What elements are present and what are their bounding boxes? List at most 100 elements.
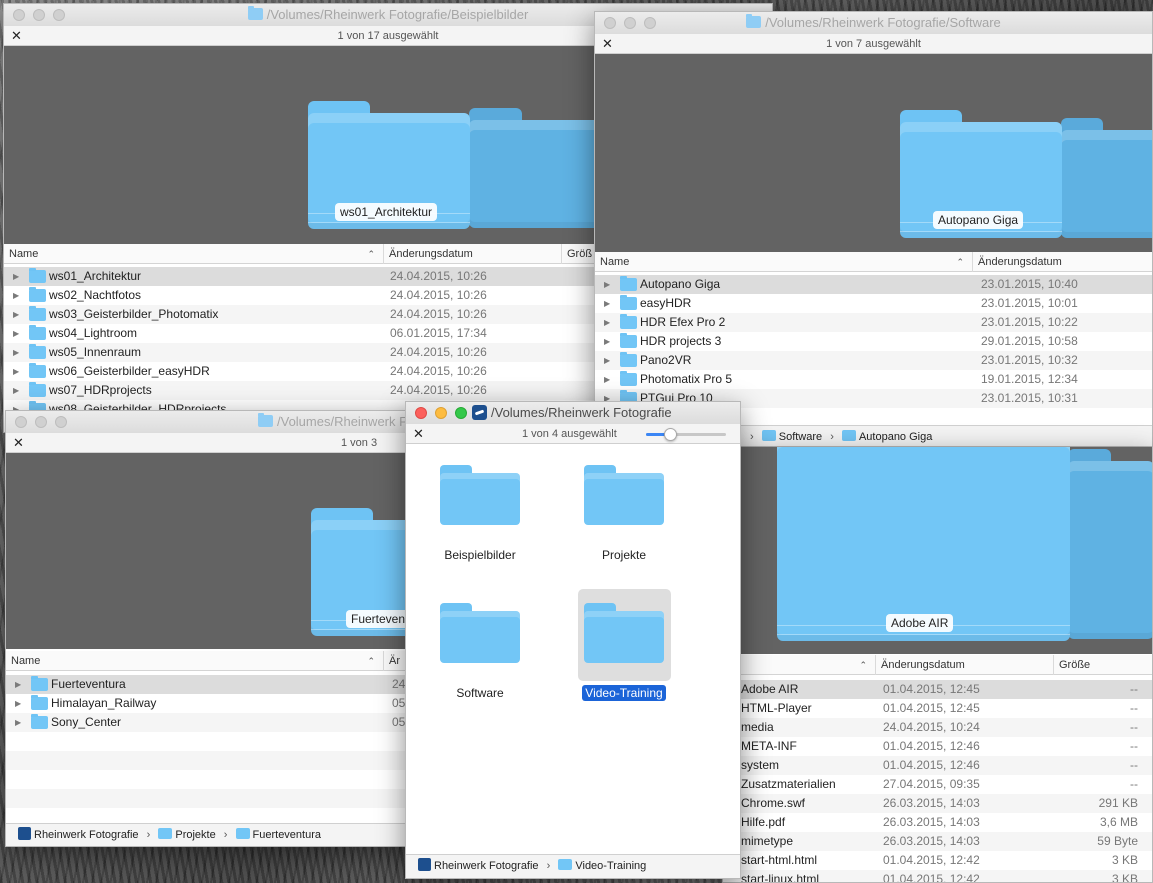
tools-icon[interactable]: ✕	[602, 36, 613, 52]
folder-icon	[29, 344, 46, 359]
list-item[interactable]: start-html.html 01.04.2015, 12:42 3 KB	[723, 851, 1152, 870]
column-size[interactable]: Größe	[1054, 655, 1152, 675]
column-name[interactable]: Name ⌃	[595, 252, 973, 272]
folder-icon	[584, 603, 664, 663]
disclosure-triangle-icon[interactable]: ▶	[13, 381, 19, 400]
minimize-button[interactable]	[35, 416, 47, 428]
disclosure-triangle-icon[interactable]: ▶	[13, 362, 19, 381]
path-item[interactable]: Fuerteventura	[253, 829, 321, 841]
cover-flow-preview[interactable]: Fuerteven	[6, 453, 424, 649]
titlebar[interactable]: /Volumes/Rheinwerk Fotografie	[406, 402, 740, 424]
disclosure-triangle-icon[interactable]: ▶	[604, 351, 610, 370]
cover-flow-preview[interactable]: Adobe AIR	[723, 447, 1152, 654]
column-name[interactable]: ⌃	[723, 655, 876, 675]
folder-icon	[620, 295, 637, 310]
disclosure-triangle-icon[interactable]: ▶	[13, 305, 19, 324]
path-item[interactable]: Projekte	[175, 829, 215, 841]
column-date[interactable]: Änderungsdatum	[876, 655, 1054, 675]
tools-icon[interactable]: ✕	[13, 435, 24, 451]
folder-label: Beispielbilder	[444, 548, 516, 562]
minimize-button[interactable]	[624, 17, 636, 29]
disclosure-triangle-icon[interactable]: ▶	[604, 275, 610, 294]
disclosure-triangle-icon[interactable]: ▶	[604, 294, 610, 313]
list-item[interactable]: ▶ Autopano Giga 23.01.2015, 10:40	[595, 275, 1152, 294]
minimize-button[interactable]	[435, 407, 447, 419]
path-item[interactable]: Video-Training	[575, 860, 646, 872]
folder-item-projekte[interactable]: Projekte	[564, 465, 684, 563]
path-item[interactable]: Rheinwerk Fotografie	[34, 829, 139, 841]
disclosure-triangle-icon[interactable]: ▶	[15, 675, 21, 694]
tools-icon[interactable]: ✕	[413, 426, 424, 442]
path-item[interactable]: Autopano Giga	[859, 431, 932, 443]
selection-status: 1 von 4 ausgewählt	[522, 428, 617, 440]
window-controls	[604, 17, 656, 29]
selection-status: 1 von 7 ausgewählt	[826, 38, 921, 50]
zoom-button[interactable]	[644, 17, 656, 29]
column-name[interactable]: Name ⌃	[6, 651, 384, 671]
close-button[interactable]	[604, 17, 616, 29]
disclosure-triangle-icon[interactable]: ▶	[13, 286, 19, 305]
disclosure-triangle-icon[interactable]: ▶	[604, 370, 610, 389]
zoom-button[interactable]	[55, 416, 67, 428]
file-list: Adobe AIR 01.04.2015, 12:45 -- HTML-Player…	[723, 680, 1152, 882]
titlebar[interactable]: /Volumes/Rheinwerk Fotografie/Software	[595, 12, 1152, 34]
list-item[interactable]: ▶ Sony_Center 05	[6, 713, 424, 732]
column-name[interactable]: Name ⌃	[4, 244, 384, 264]
zoom-button[interactable]	[455, 407, 467, 419]
list-item[interactable]: META-INF 01.04.2015, 12:46 --	[723, 737, 1152, 756]
window-video-training[interactable]: Adobe AIR ⌃ Änderungsdatum Größe Adobe A…	[722, 447, 1153, 883]
list-item[interactable]: ▶ Fuerteventura 24	[6, 675, 424, 694]
disclosure-triangle-icon[interactable]: ▶	[15, 694, 21, 713]
list-item[interactable]: mimetype 26.03.2015, 14:03 59 Byte	[723, 832, 1152, 851]
cover-flow-preview[interactable]: Autopano Giga	[595, 54, 1152, 252]
list-item[interactable]: ▶ HDR Efex Pro 2 23.01.2015, 10:22	[595, 313, 1152, 332]
empty-row	[6, 789, 424, 808]
folder-item-software[interactable]: Software	[420, 603, 540, 701]
window-software[interactable]: /Volumes/Rheinwerk Fotografie/Software ✕…	[594, 11, 1153, 447]
list-item[interactable]: ▶ Pano2VR 23.01.2015, 10:32	[595, 351, 1152, 370]
folder-item-video-training[interactable]: Video-Training	[564, 589, 684, 701]
column-date[interactable]: Änderungsdatum	[384, 244, 562, 264]
folder-icon	[29, 287, 46, 302]
list-item[interactable]: Hilfe.pdf 26.03.2015, 14:03 3,6 MB	[723, 813, 1152, 832]
list-item[interactable]: ▶ HDR projects 3 29.01.2015, 10:58	[595, 332, 1152, 351]
list-item[interactable]: ▶ easyHDR 23.01.2015, 10:01	[595, 294, 1152, 313]
list-item[interactable]: ▶ Photomatix Pro 5 19.01.2015, 12:34	[595, 370, 1152, 389]
folder-icon	[235, 828, 250, 839]
window-title: /Volumes/Rheinwerk Fotografie/	[277, 414, 424, 429]
column-date[interactable]: Änderungsdatum	[973, 252, 1152, 272]
close-button[interactable]	[15, 416, 27, 428]
list-item[interactable]: Zusatzmaterialien 27.04.2015, 09:35 --	[723, 775, 1152, 794]
window-title: /Volumes/Rheinwerk Fotografie/Software	[765, 15, 1001, 30]
folder-item-beispielbilder[interactable]: Beispielbilder	[420, 465, 540, 563]
disclosure-triangle-icon[interactable]: ▶	[604, 332, 610, 351]
titlebar[interactable]: /Volumes/Rheinwerk Fotografie/	[6, 411, 424, 433]
window-projekte[interactable]: /Volumes/Rheinwerk Fotografie/ ✕ 1 von 3…	[5, 410, 425, 847]
minimize-button[interactable]	[33, 9, 45, 21]
icon-size-slider[interactable]	[646, 428, 726, 441]
window-rheinwerk-root[interactable]: /Volumes/Rheinwerk Fotografie ✕ 1 von 4 …	[405, 401, 741, 879]
list-item[interactable]: media 24.04.2015, 10:24 --	[723, 718, 1152, 737]
list-item[interactable]: ▶ Himalayan_Railway 05	[6, 694, 424, 713]
list-item[interactable]: system 01.04.2015, 12:46 --	[723, 756, 1152, 775]
list-item[interactable]: Chrome.swf 26.03.2015, 14:03 291 KB	[723, 794, 1152, 813]
zoom-button[interactable]	[53, 9, 65, 21]
list-item[interactable]: Adobe AIR 01.04.2015, 12:45 --	[723, 680, 1152, 699]
path-item[interactable]: Software	[779, 431, 822, 443]
list-item[interactable]: HTML-Player 01.04.2015, 12:45 --	[723, 699, 1152, 718]
disclosure-triangle-icon[interactable]: ▶	[13, 324, 19, 343]
close-button[interactable]	[415, 407, 427, 419]
close-button[interactable]	[13, 9, 25, 21]
slider-knob[interactable]	[664, 428, 677, 441]
tools-icon[interactable]: ✕	[11, 28, 22, 44]
empty-row	[6, 732, 424, 751]
list-item[interactable]: start-linux.html 01.04.2015, 12:42 3 KB	[723, 870, 1152, 882]
disclosure-triangle-icon[interactable]: ▶	[13, 343, 19, 362]
disclosure-triangle-icon[interactable]: ▶	[13, 267, 19, 286]
chevron-right-icon: ›	[830, 431, 834, 443]
path-bar: Rheinwerk Fotografie › Video-Training	[406, 854, 740, 878]
disclosure-triangle-icon[interactable]: ▶	[604, 313, 610, 332]
selection-status: 1 von 17 ausgewählt	[337, 30, 439, 42]
path-item[interactable]: Rheinwerk Fotografie	[434, 860, 539, 872]
disclosure-triangle-icon[interactable]: ▶	[15, 713, 21, 732]
